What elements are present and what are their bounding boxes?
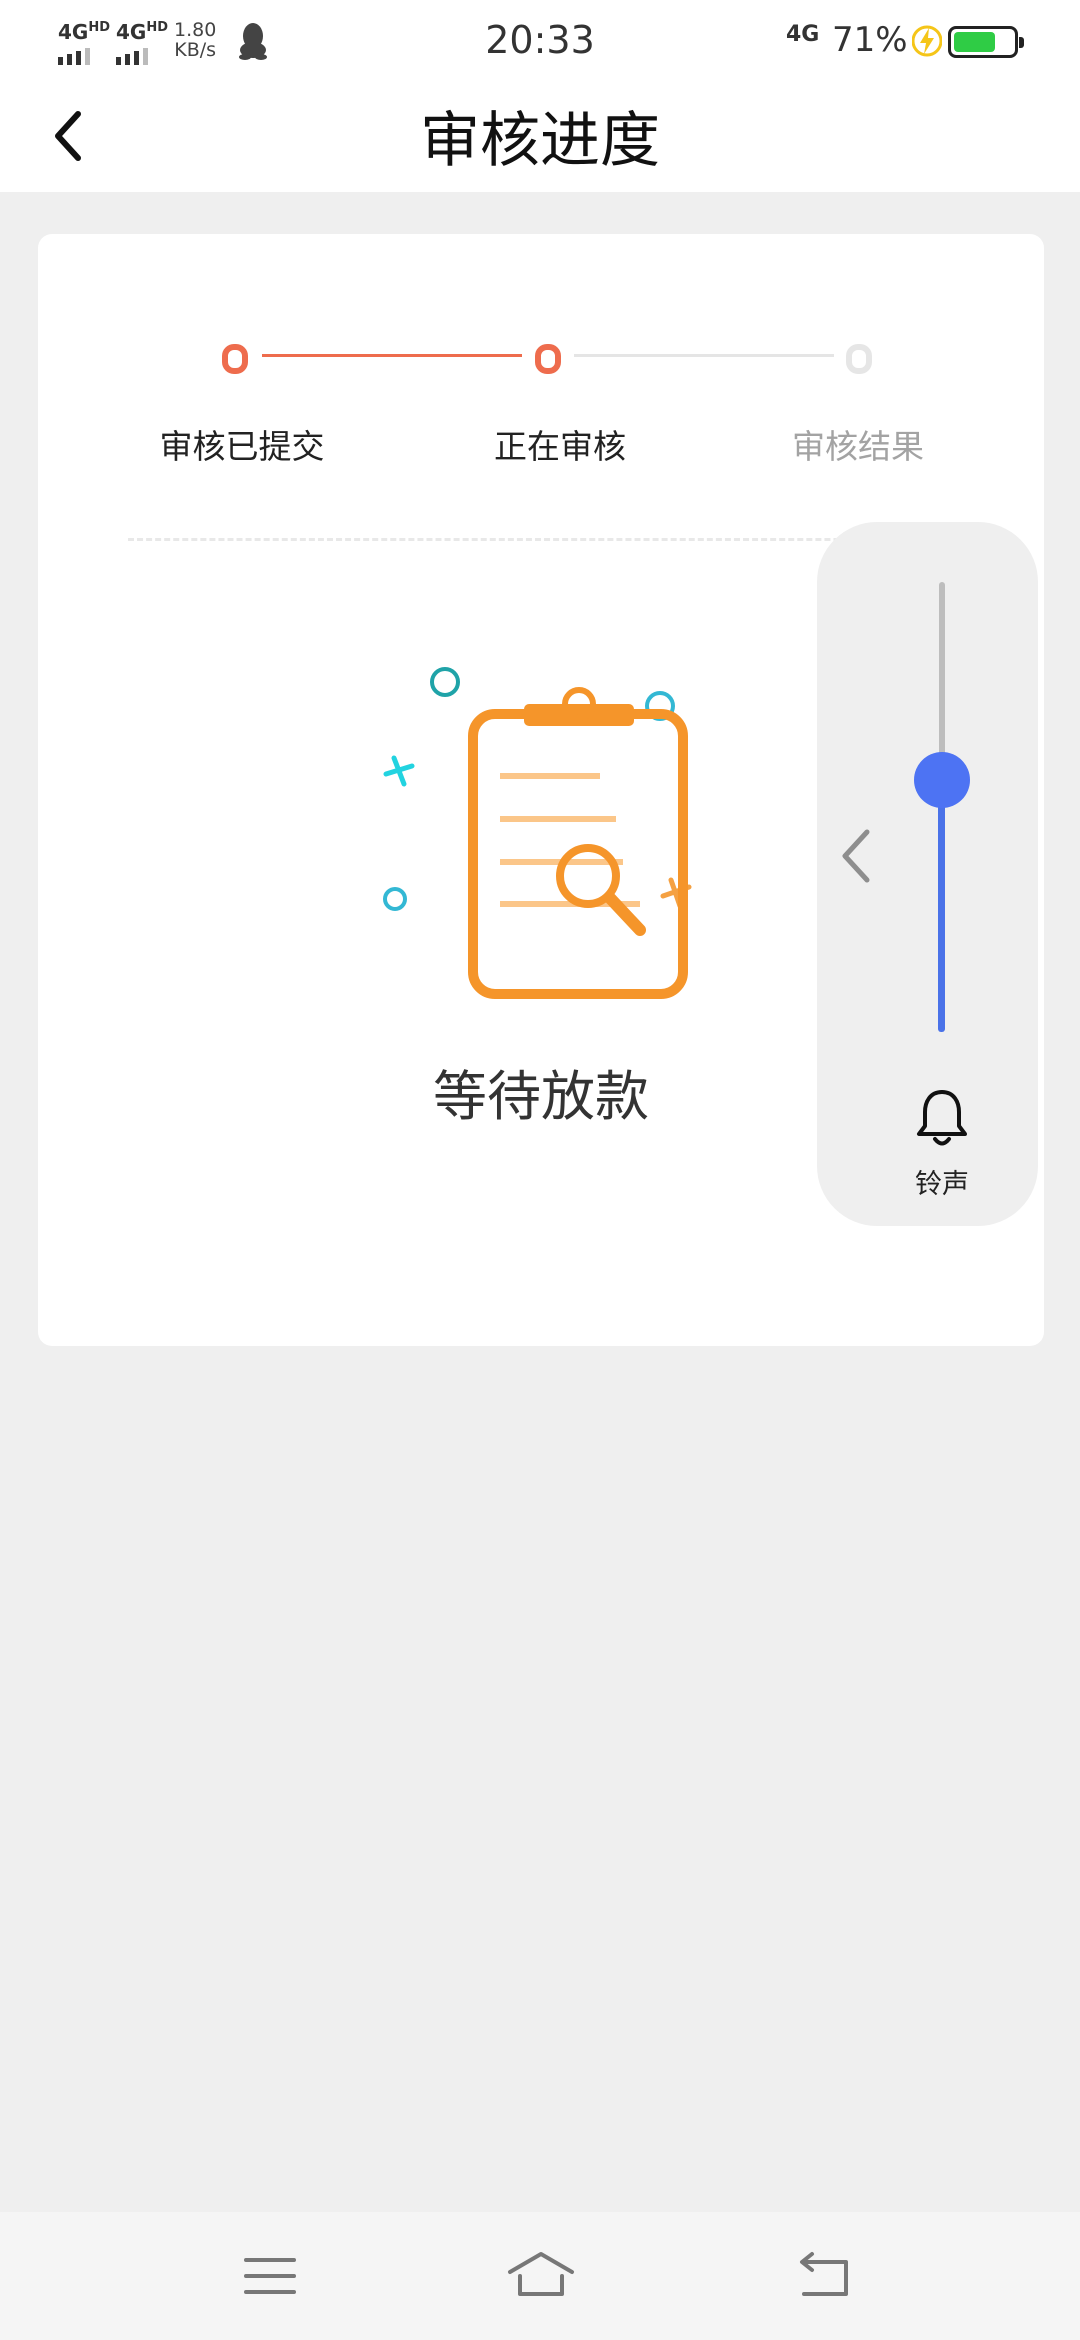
- home-icon[interactable]: [506, 2248, 576, 2304]
- bell-icon[interactable]: [915, 1088, 969, 1148]
- step-dot-reviewing: [535, 344, 561, 374]
- volume-slider-track-empty[interactable]: [939, 582, 945, 778]
- step-label-result: 审核结果: [792, 427, 924, 466]
- clipboard-search-icon: [383, 667, 692, 999]
- return-icon[interactable]: [792, 2248, 856, 2304]
- navigation-bar: [0, 2212, 1080, 2340]
- volume-stream-label: 铃声: [915, 1169, 969, 1200]
- battery-percent: 71%: [832, 20, 908, 60]
- step-label-reviewing: 正在审核: [494, 427, 626, 466]
- step-dot-submitted: [222, 344, 248, 374]
- step-dot-result: [846, 344, 872, 374]
- volume-slider-thumb[interactable]: [914, 752, 970, 808]
- menu-icon[interactable]: [238, 2248, 302, 2304]
- battery-icon: [948, 26, 1024, 58]
- network-type: 4G: [786, 22, 820, 47]
- page-title: 审核进度: [420, 106, 660, 176]
- status-bar: 4GHD 4GHD 1.80 KB/s 20:33 4G 71%: [0, 0, 1080, 80]
- lightning-bolt-icon: [912, 25, 942, 57]
- volume-chevron-left-icon[interactable]: [835, 826, 877, 886]
- header: 审核进度: [0, 80, 1080, 192]
- step-line-2: [574, 354, 834, 357]
- divider: [128, 538, 948, 541]
- step-line-1: [262, 354, 522, 357]
- volume-slider-track-filled[interactable]: [938, 778, 945, 1032]
- volume-panel[interactable]: 铃声: [817, 522, 1038, 1226]
- battery-fill: [954, 32, 996, 52]
- step-label-submitted: 审核已提交: [159, 427, 325, 466]
